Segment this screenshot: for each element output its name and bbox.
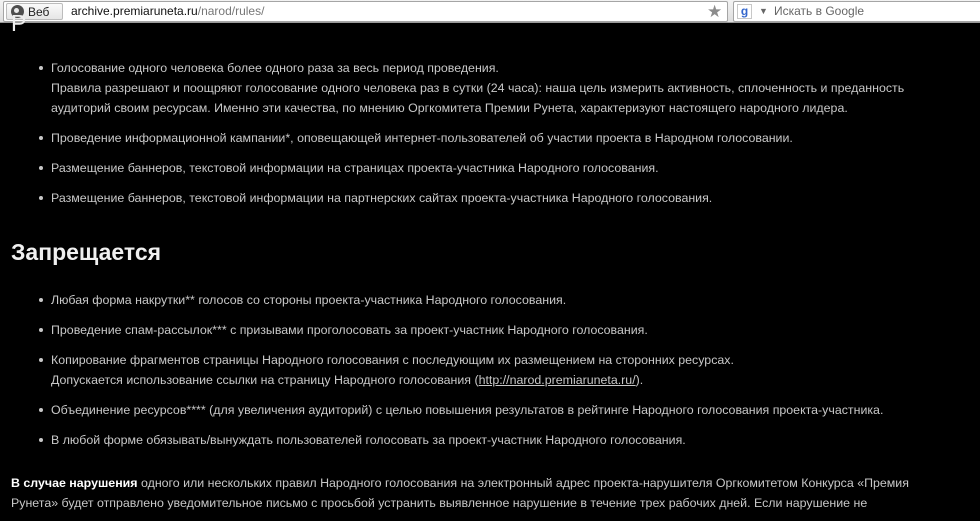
- page-content: Р Голосование одного человека более одно…: [0, 10, 980, 521]
- list-item: В любой форме обязывать/вынуждать пользо…: [38, 430, 978, 450]
- section-heading-forbidden: Запрещается: [11, 239, 162, 265]
- list-item: Копирование фрагментов страницы Народног…: [38, 350, 978, 390]
- allowed-list: Голосование одного человека более одного…: [38, 58, 978, 218]
- list-item: Проведение информационной кампании*, опо…: [38, 128, 978, 148]
- violation-paragraph: В случае нарушения одного или нескольких…: [11, 473, 971, 513]
- list-item-text: Голосование одного человека более одного…: [51, 61, 499, 75]
- link-prefix: Допускается использование ссылки на стра…: [51, 373, 479, 387]
- search-placeholder[interactable]: Искать в Google: [774, 3, 864, 20]
- address-bar[interactable]: Веб archive.premiaruneta.ru/narod/rules/…: [3, 1, 728, 22]
- violation-text-2: Рунета» будет отправлено уведомительное …: [11, 496, 868, 510]
- url-path: /narod/rules/: [197, 4, 265, 18]
- narod-link[interactable]: http://narod.premiaruneta.ru/: [479, 373, 636, 387]
- list-item: Размещение баннеров, текстовой информаци…: [38, 158, 978, 178]
- list-item-text: Проведение спам-рассылок*** с призывами …: [51, 323, 648, 337]
- list-item-text: аудиторий своим ресурсам. Именно эти кач…: [51, 101, 848, 115]
- list-item-text: Любая форма накрутки** голосов со сторон…: [51, 293, 567, 307]
- list-item-text: Копирование фрагментов страницы Народног…: [51, 353, 734, 367]
- search-box[interactable]: g ▼ Искать в Google: [733, 1, 980, 22]
- chevron-down-icon[interactable]: ▼: [759, 5, 768, 17]
- violation-text: одного или нескольких правил Народного г…: [137, 476, 909, 490]
- violation-lead: В случае нарушения: [11, 476, 138, 490]
- list-item: Размещение баннеров, текстовой информаци…: [38, 188, 978, 208]
- list-item: Объединение ресурсов**** (для увеличения…: [38, 400, 978, 420]
- url-text[interactable]: archive.premiaruneta.ru/narod/rules/: [71, 3, 264, 20]
- url-host: archive.premiaruneta.ru: [71, 4, 198, 18]
- list-item-text: Объединение ресурсов**** (для увеличения…: [51, 403, 884, 417]
- list-item-text: Правила разрешают и поощряют голосование…: [51, 81, 905, 95]
- cut-off-heading: Р: [11, 10, 27, 36]
- google-icon[interactable]: g: [737, 4, 752, 19]
- link-suffix: ).: [635, 373, 644, 387]
- list-item-text: Допускается использование ссылки на стра…: [51, 370, 978, 390]
- list-item: Голосование одного человека более одного…: [38, 58, 978, 118]
- list-item: Проведение спам-рассылок*** с призывами …: [38, 320, 978, 340]
- list-item-text: Проведение информационной кампании*, опо…: [51, 131, 793, 145]
- list-item-text: Размещение баннеров, текстовой информаци…: [51, 191, 713, 205]
- list-item: Любая форма накрутки** голосов со сторон…: [38, 290, 978, 310]
- list-item-text: В любой форме обязывать/вынуждать пользо…: [51, 433, 686, 447]
- list-item-text: Размещение баннеров, текстовой информаци…: [51, 161, 659, 175]
- bookmark-star-icon[interactable]: ★: [707, 2, 722, 21]
- forbidden-list: Любая форма накрутки** голосов со сторон…: [38, 290, 978, 460]
- browser-toolbar: Веб archive.premiaruneta.ru/narod/rules/…: [0, 0, 980, 23]
- web-chip-label: Веб: [28, 5, 50, 19]
